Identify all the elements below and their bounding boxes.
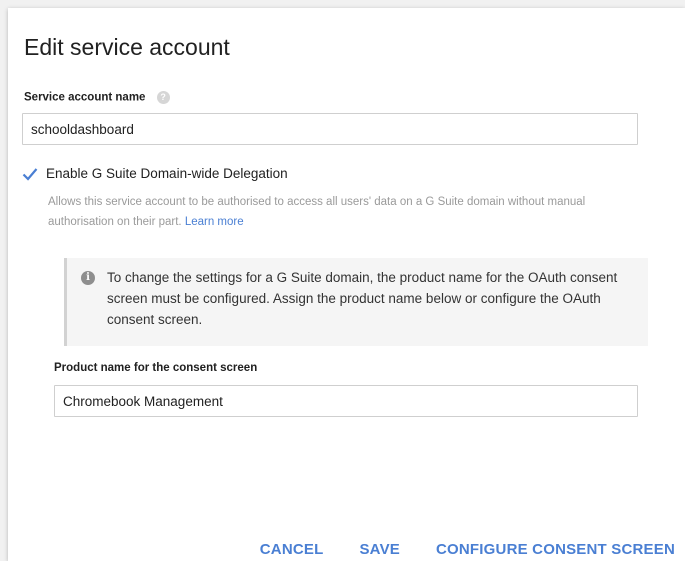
info-icon: i bbox=[81, 271, 95, 285]
domain-delegation-description-text: Allows this service account to be author… bbox=[48, 196, 586, 228]
edit-service-account-dialog: Edit service account Service account nam… bbox=[8, 8, 685, 561]
domain-delegation-description: Allows this service account to be author… bbox=[48, 192, 618, 232]
dialog-title: Edit service account bbox=[24, 34, 230, 60]
dialog-actions: CANCEL SAVE CONFIGURE CONSENT SCREEN bbox=[260, 541, 675, 558]
product-name-input[interactable] bbox=[54, 385, 638, 417]
domain-delegation-checkbox[interactable]: Enable G Suite Domain-wide Delegation bbox=[22, 166, 288, 181]
consent-info-box: i To change the settings for a G Suite d… bbox=[64, 258, 648, 346]
consent-info-text: To change the settings for a G Suite dom… bbox=[107, 270, 618, 327]
service-account-name-label-text: Service account name bbox=[24, 91, 146, 104]
service-account-name-label: Service account name ? bbox=[24, 91, 170, 104]
learn-more-link[interactable]: Learn more bbox=[185, 216, 244, 228]
service-account-name-input[interactable] bbox=[22, 113, 638, 145]
save-button[interactable]: SAVE bbox=[359, 541, 400, 558]
help-circle-icon[interactable]: ? bbox=[156, 91, 170, 104]
domain-delegation-label: Enable G Suite Domain-wide Delegation bbox=[46, 166, 288, 181]
product-name-label: Product name for the consent screen bbox=[54, 362, 258, 374]
checkmark-icon[interactable] bbox=[22, 167, 38, 181]
configure-consent-screen-button[interactable]: CONFIGURE CONSENT SCREEN bbox=[436, 541, 675, 558]
cancel-button[interactable]: CANCEL bbox=[260, 541, 324, 558]
